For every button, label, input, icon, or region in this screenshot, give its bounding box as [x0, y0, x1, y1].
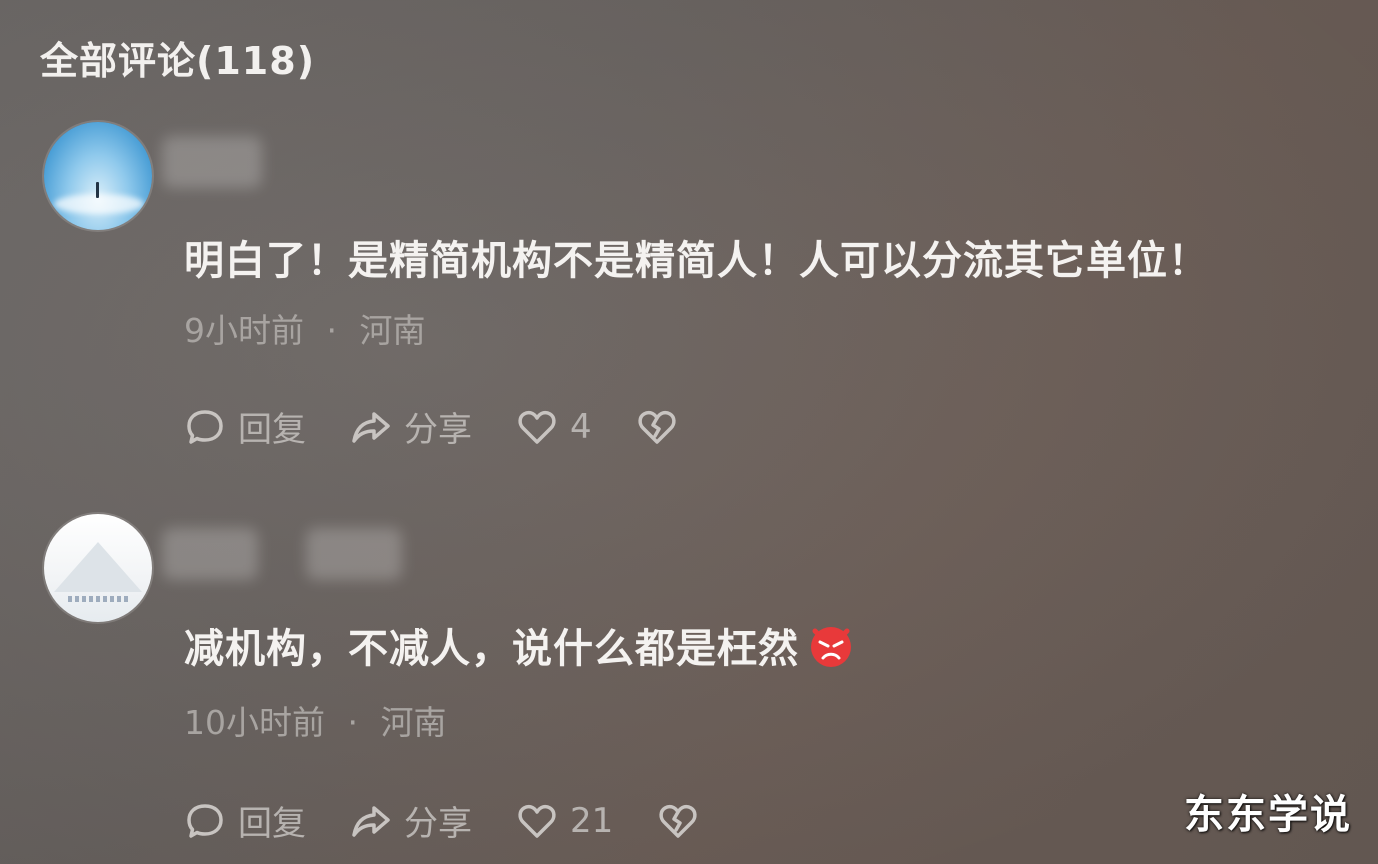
avatar-mist [54, 194, 144, 214]
broken-heart-icon [638, 410, 676, 444]
username-blurred-2[interactable] [306, 528, 402, 580]
comment-actions: 回复 分享 21 [184, 796, 755, 845]
like-button[interactable]: 4 [516, 406, 592, 448]
comment-actions: 回复 分享 4 [184, 402, 734, 451]
comment-meta: 9小时前 · 河南 [184, 304, 426, 352]
avatar-mountain [54, 542, 142, 592]
meta-separator: · [326, 311, 338, 350]
share-button[interactable]: 分享 [350, 402, 472, 451]
comment-time: 9小时前 [184, 311, 304, 350]
comment-meta: 10小时前 · 河南 [184, 696, 447, 744]
share-label: 分享 [404, 804, 472, 844]
reply-label: 回复 [238, 804, 306, 844]
share-arrow-icon [352, 411, 390, 443]
comment-bubble-icon [187, 409, 223, 444]
reply-label: 回复 [238, 410, 306, 450]
comment-location: 河南 [380, 703, 447, 742]
dislike-button[interactable] [657, 800, 711, 842]
comment-item: 减机构，不减人，说什么都是枉然 10小时前 · 河南 回复 分享 21 [44, 514, 1344, 854]
watermark: 东东学说 [1184, 792, 1352, 838]
reply-button[interactable]: 回复 [184, 796, 306, 845]
avatar[interactable] [44, 122, 152, 230]
comment-text: 减机构，不减人，说什么都是枉然 [184, 616, 855, 674]
angry-face-icon [811, 627, 851, 667]
dislike-button[interactable] [636, 406, 690, 448]
comment-text: 明白了！是精简机构不是精简人！人可以分流其它单位！ [184, 238, 1209, 284]
avatar[interactable] [44, 514, 152, 622]
comments-header: 全部评论(118) [40, 39, 316, 83]
heart-icon [518, 804, 556, 838]
comment-text-content: 减机构，不减人，说什么都是枉然 [184, 626, 799, 672]
comment-item: 明白了！是精简机构不是精简人！人可以分流其它单位！ 9小时前 · 河南 回复 分… [44, 122, 1344, 452]
like-button[interactable]: 21 [516, 800, 613, 842]
username-blurred[interactable] [162, 136, 262, 188]
share-button[interactable]: 分享 [350, 796, 472, 845]
share-label: 分享 [404, 410, 472, 450]
comment-bubble-icon [187, 803, 223, 838]
share-arrow-icon [352, 805, 390, 837]
avatar-figure [96, 182, 99, 198]
heart-icon [518, 410, 556, 444]
like-count: 21 [570, 800, 614, 841]
broken-heart-icon [659, 804, 697, 838]
reply-button[interactable]: 回复 [184, 402, 306, 451]
avatar-caption [68, 596, 128, 602]
comment-time: 10小时前 [184, 703, 325, 742]
username-blurred[interactable] [162, 528, 258, 580]
meta-separator: · [347, 703, 359, 742]
like-count: 4 [570, 406, 592, 447]
comment-location: 河南 [359, 311, 426, 350]
